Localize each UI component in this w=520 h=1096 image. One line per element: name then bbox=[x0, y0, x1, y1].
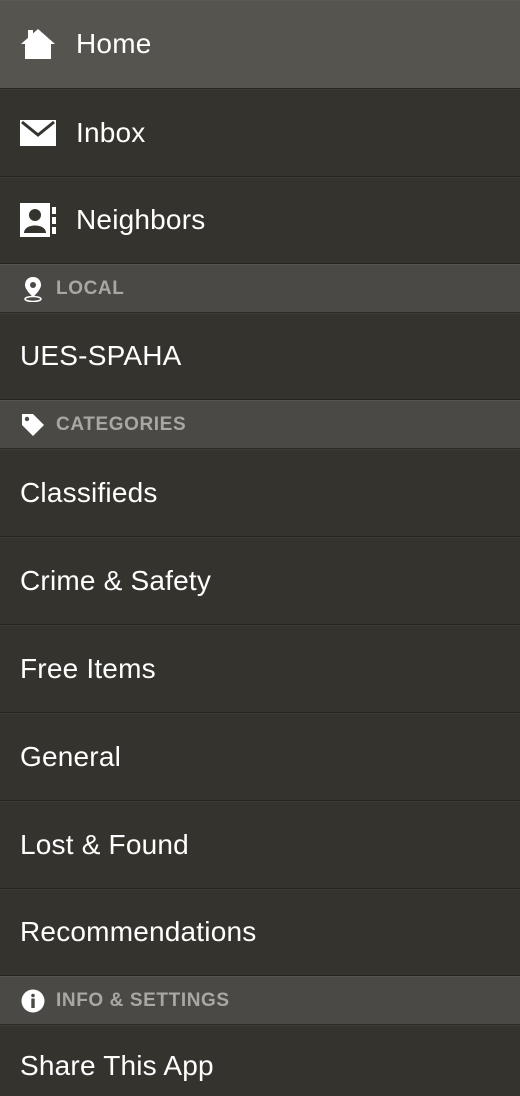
menu-item-recommendations[interactable]: Recommendations bbox=[0, 889, 520, 976]
menu-item-inbox[interactable]: Inbox bbox=[0, 89, 520, 177]
section-header-local: LOCAL bbox=[0, 264, 520, 313]
menu-item-classifieds[interactable]: Classifieds bbox=[0, 449, 520, 537]
menu-item-label: Home bbox=[76, 28, 152, 59]
home-icon bbox=[20, 26, 56, 62]
navigation-drawer: Home Inbox Neighbors LOCAL UES-SPAHA CAT… bbox=[0, 0, 520, 1096]
menu-item-neighbors[interactable]: Neighbors bbox=[0, 177, 520, 264]
menu-item-free-items[interactable]: Free Items bbox=[0, 625, 520, 713]
menu-item-lost-found[interactable]: Lost & Found bbox=[0, 801, 520, 889]
menu-item-label: Classifieds bbox=[20, 476, 158, 508]
menu-item-label: General bbox=[20, 740, 122, 772]
contact-card-icon bbox=[20, 202, 56, 238]
menu-item-crime-safety[interactable]: Crime & Safety bbox=[0, 537, 520, 625]
section-header-label: INFO & SETTINGS bbox=[56, 990, 230, 1011]
section-header-label: LOCAL bbox=[56, 278, 125, 299]
info-icon bbox=[20, 988, 46, 1014]
menu-item-general[interactable]: General bbox=[0, 713, 520, 801]
location-pin-icon bbox=[20, 276, 46, 302]
envelope-icon bbox=[20, 115, 56, 151]
section-header-categories: CATEGORIES bbox=[0, 400, 520, 449]
menu-item-share-this-app[interactable]: Share This App bbox=[0, 1025, 520, 1096]
menu-item-label: Crime & Safety bbox=[20, 564, 212, 596]
menu-item-label: Share This App bbox=[20, 1050, 214, 1081]
tag-icon bbox=[20, 412, 46, 438]
menu-item-label: Free Items bbox=[20, 652, 156, 684]
menu-item-label: Inbox bbox=[76, 116, 146, 148]
menu-item-label: Recommendations bbox=[20, 916, 257, 947]
menu-item-home[interactable]: Home bbox=[0, 0, 520, 89]
section-header-label: CATEGORIES bbox=[56, 414, 187, 435]
menu-item-label: UES-SPAHA bbox=[20, 340, 182, 371]
menu-item-label: Neighbors bbox=[76, 204, 206, 235]
menu-item-label: Lost & Found bbox=[20, 828, 189, 860]
section-header-info-settings: INFO & SETTINGS bbox=[0, 976, 520, 1025]
menu-item-ues-spaha[interactable]: UES-SPAHA bbox=[0, 313, 520, 400]
